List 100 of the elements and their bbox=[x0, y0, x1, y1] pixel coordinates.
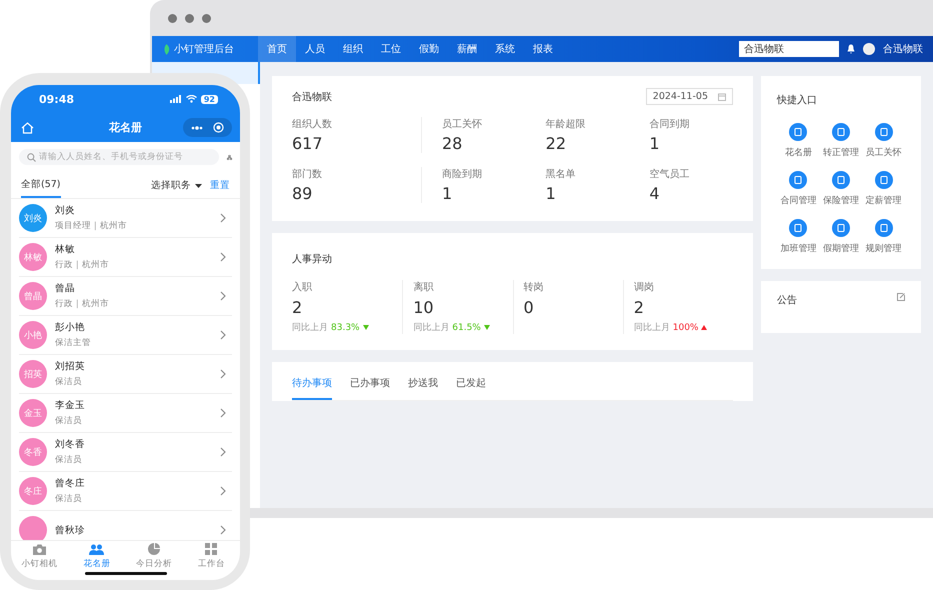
person-row[interactable]: 金玉 李金玉 保洁员 bbox=[19, 394, 232, 433]
window-dot-icon[interactable] bbox=[168, 14, 177, 22]
card-title: 公告 bbox=[777, 294, 797, 307]
avatar: 冬香 bbox=[19, 438, 47, 466]
nav-tab[interactable]: 系统 bbox=[486, 36, 524, 62]
bottom-tab[interactable]: 小钉相机 bbox=[11, 541, 68, 572]
stat-value: 1 bbox=[546, 184, 557, 203]
quick-entry[interactable]: 花名册 bbox=[777, 123, 820, 159]
bottom-tab[interactable]: 今日分析 bbox=[126, 541, 183, 572]
avatar-icon[interactable] bbox=[863, 43, 875, 55]
mini-program-capsule[interactable] bbox=[183, 118, 232, 137]
document-icon bbox=[832, 171, 850, 189]
date-field[interactable]: 2024-11-05 bbox=[646, 88, 733, 105]
quick-entry[interactable]: 假期管理 bbox=[820, 219, 862, 255]
person-row[interactable]: 小艳 彭小艳 保洁主管 bbox=[19, 316, 232, 355]
window-dot-icon[interactable] bbox=[202, 14, 211, 22]
stat-value: 1 bbox=[442, 184, 454, 203]
nav-tab[interactable]: 首页 bbox=[258, 36, 296, 62]
quick-entry[interactable]: 定薪管理 bbox=[862, 171, 905, 207]
person-row[interactable]: 刘炎 刘炎 项目经理｜杭州市 bbox=[19, 199, 232, 238]
person-row[interactable]: 曾晶 曾晶 行政｜杭州市 bbox=[19, 277, 232, 316]
search-field[interactable]: 合迅物联 bbox=[739, 41, 839, 57]
quick-entry[interactable]: 保险管理 bbox=[820, 171, 862, 207]
quick-entry[interactable]: 合同管理 bbox=[777, 171, 820, 207]
compare-label: 同比上月 bbox=[292, 322, 328, 334]
dropdown-caret-icon bbox=[195, 184, 202, 188]
compare-percent: 61.5% bbox=[452, 322, 481, 332]
search-icon bbox=[27, 152, 36, 162]
more-icon[interactable] bbox=[191, 126, 203, 130]
leaf-logo-icon bbox=[162, 44, 171, 54]
person-details: 行政｜杭州市 bbox=[55, 298, 110, 310]
chevron-right-icon bbox=[220, 291, 226, 301]
reset-link[interactable]: 重置 bbox=[210, 179, 230, 192]
stat-value: 89 bbox=[292, 184, 314, 203]
chevron-right-icon bbox=[220, 486, 226, 496]
signal-icon bbox=[170, 95, 182, 103]
document-icon bbox=[789, 123, 808, 141]
person-row[interactable]: 冬庄 曾冬庄 保洁员 bbox=[19, 472, 232, 511]
quick-entry[interactable]: 规则管理 bbox=[862, 219, 905, 255]
task-tab[interactable]: 待办事项 bbox=[292, 370, 332, 400]
person-details: 保洁员 bbox=[55, 415, 83, 427]
compare-label: 同比上月 bbox=[634, 322, 670, 334]
compare-percent: 100% bbox=[672, 322, 698, 332]
person-row[interactable]: 林敏 林敏 行政｜杭州市 bbox=[19, 238, 232, 277]
bell-icon[interactable] bbox=[847, 44, 855, 54]
stat-label: 离职 bbox=[413, 280, 434, 294]
search-field[interactable]: 请输入人员姓名、手机号或身份证号 bbox=[19, 149, 219, 165]
avatar: 曾晶 bbox=[19, 282, 47, 310]
chevron-right-icon bbox=[220, 408, 226, 418]
nav-tab[interactable]: 薪酬 bbox=[448, 36, 486, 62]
person-details: 保洁主管 bbox=[55, 337, 92, 349]
down-triangle-icon bbox=[362, 325, 369, 330]
stat-label: 调岗 bbox=[634, 280, 655, 294]
person-row[interactable]: 招英 刘招英 保洁员 bbox=[19, 355, 232, 394]
window-dot-icon[interactable] bbox=[185, 14, 194, 22]
card-title: 快捷入口 bbox=[777, 95, 817, 106]
nav-tab[interactable]: 报表 bbox=[524, 36, 562, 62]
stat-label: 空气员工 bbox=[649, 168, 690, 181]
document-icon bbox=[874, 171, 893, 189]
person-name: 刘炎 bbox=[55, 204, 76, 217]
chevron-right-icon bbox=[220, 525, 226, 535]
stat-value: 0 bbox=[524, 298, 535, 317]
person-name: 刘冬香 bbox=[55, 438, 86, 451]
task-tab[interactable]: 已发起 bbox=[456, 370, 486, 400]
nav-tab[interactable]: 人员 bbox=[296, 36, 334, 62]
position-dropdown[interactable]: 选择职务 bbox=[151, 179, 191, 192]
person-name: 曾冬庄 bbox=[55, 477, 86, 490]
stat-value: 2 bbox=[292, 298, 304, 317]
person-row[interactable]: 冬香 刘冬香 保洁员 bbox=[19, 433, 232, 472]
task-tab[interactable]: 已办事项 bbox=[350, 370, 390, 400]
bottom-tab[interactable]: 花名册 bbox=[68, 541, 126, 572]
quick-entry[interactable]: 加班管理 bbox=[777, 219, 820, 255]
card-title: 人事异动 bbox=[292, 254, 332, 265]
person-details: 保洁员 bbox=[55, 493, 83, 505]
stat-label: 商险到期 bbox=[442, 168, 483, 181]
document-icon bbox=[789, 219, 808, 237]
stat-value: 4 bbox=[649, 184, 661, 203]
filter-tab[interactable]: 全部(57) bbox=[21, 178, 61, 198]
task-tab[interactable]: 抄送我 bbox=[408, 370, 438, 400]
compare-label: 同比上月 bbox=[413, 322, 450, 334]
person-name: 曾晶 bbox=[55, 282, 76, 295]
card-title: 合迅物联 bbox=[292, 90, 332, 104]
quick-entry[interactable]: 转正管理 bbox=[820, 123, 862, 159]
nav-tab[interactable]: 假勤 bbox=[410, 36, 448, 62]
avatar: 冬庄 bbox=[19, 477, 47, 505]
quick-entry[interactable]: 员工关怀 bbox=[862, 123, 905, 159]
home-icon[interactable] bbox=[21, 122, 34, 134]
nav-tab[interactable]: 组织 bbox=[334, 36, 372, 62]
person-name: 彭小艳 bbox=[55, 321, 86, 334]
stat-label: 黑名单 bbox=[546, 168, 577, 181]
chevron-right-icon bbox=[220, 213, 226, 223]
stat-label: 组织人数 bbox=[292, 118, 333, 131]
person-details: 行政｜杭州市 bbox=[55, 259, 110, 271]
chevron-right-icon bbox=[220, 252, 226, 262]
bottom-tab[interactable]: 工作台 bbox=[182, 541, 240, 572]
grid-icon bbox=[205, 543, 218, 555]
page-title: 花名册 bbox=[109, 120, 142, 135]
nav-tab[interactable]: 工位 bbox=[372, 36, 410, 62]
person-name: 林敏 bbox=[55, 243, 76, 256]
edit-icon[interactable] bbox=[897, 293, 905, 301]
